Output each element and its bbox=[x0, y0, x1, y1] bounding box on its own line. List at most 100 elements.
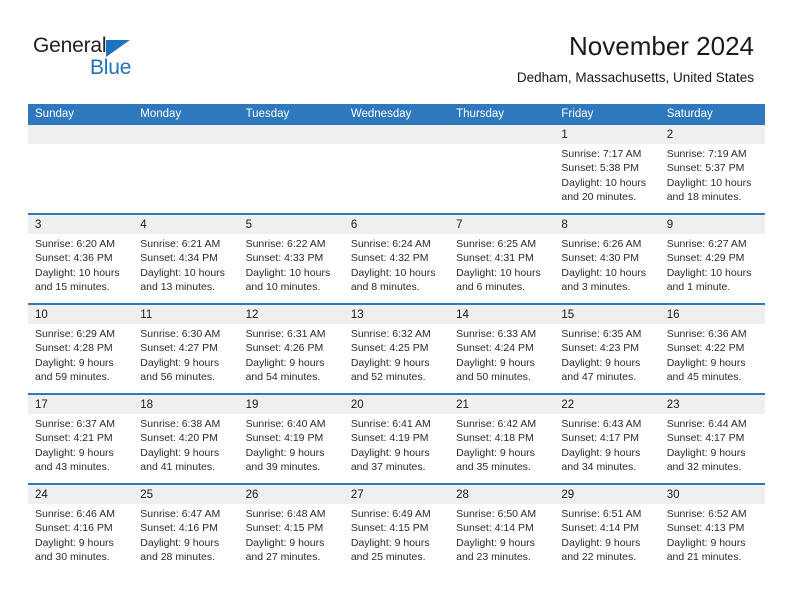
day-number-band: 9 bbox=[659, 215, 765, 234]
day-number-band: 13 bbox=[343, 305, 450, 324]
day-sunset-text: Sunset: 4:16 PM bbox=[140, 522, 218, 535]
day-number-band: 29 bbox=[554, 485, 660, 504]
calendar-day-cell[interactable]: 22 Sunrise: 6:43 AM Sunset: 4:17 PM Dayligh… bbox=[554, 395, 660, 483]
weekday-header-wednesday: Wednesday bbox=[350, 108, 412, 120]
calendar-day-cell[interactable]: 9 Sunrise: 6:27 AM Sunset: 4:29 PM Daylight… bbox=[659, 215, 765, 303]
calendar-day-cell[interactable]: 10 Sunrise: 6:29 AM Sunset: 4:28 PM Dayligh… bbox=[28, 305, 134, 393]
weekday-header-thursday: Thursday bbox=[456, 108, 505, 120]
day-daylight-text: Daylight: 9 hours bbox=[35, 536, 114, 549]
day-details: Sunrise: 6:52 AM Sunset: 4:13 PM Daylight:… bbox=[660, 504, 765, 565]
day-number-band: 23 bbox=[659, 395, 765, 414]
calendar-day-cell[interactable]: 11 Sunrise: 6:30 AM Sunset: 4:27 PM Dayligh… bbox=[133, 305, 239, 393]
day-daylight-text: Daylight: 9 hours bbox=[456, 356, 535, 369]
day-number-band: 7 bbox=[449, 215, 555, 234]
weekday-header-friday: Friday bbox=[561, 108, 594, 120]
day-details: Sunrise: 6:47 AM Sunset: 4:16 PM Daylight:… bbox=[133, 504, 238, 565]
calendar-day-cell[interactable]: 16 Sunrise: 6:36 AM Sunset: 4:22 PM Dayligh… bbox=[659, 305, 765, 393]
day-daylight-text: and 27 minutes. bbox=[245, 551, 321, 564]
day-sunrise-text: Sunrise: 6:42 AM bbox=[456, 418, 537, 430]
calendar-day-cell[interactable]: 19 Sunrise: 6:40 AM Sunset: 4:19 PM Dayligh… bbox=[238, 395, 344, 483]
location-subtitle: Dedham, Massachusetts, United States bbox=[516, 70, 754, 85]
page-title: November 2024 bbox=[569, 31, 754, 61]
day-details: Sunrise: 6:40 AM Sunset: 4:19 PM Daylight:… bbox=[239, 414, 344, 475]
generalblue-logo: General Blue bbox=[33, 34, 173, 82]
weekday-header-row: Sunday Monday Tuesday Wednesday Thursday Frid… bbox=[28, 104, 765, 125]
day-number: 3 bbox=[35, 219, 42, 231]
day-sunrise-text: Sunrise: 6:52 AM bbox=[666, 508, 747, 520]
day-sunset-text: Sunset: 4:16 PM bbox=[35, 522, 113, 535]
calendar-day-cell[interactable]: 28 Sunrise: 6:50 AM Sunset: 4:14 PM Dayligh… bbox=[449, 485, 555, 573]
calendar-day-cell-empty bbox=[133, 125, 239, 213]
calendar-day-cell[interactable]: 30 Sunrise: 6:52 AM Sunset: 4:13 PM Dayligh… bbox=[659, 485, 765, 573]
day-number-band: 17 bbox=[28, 395, 134, 414]
day-details: Sunrise: 6:29 AM Sunset: 4:28 PM Daylight:… bbox=[28, 324, 133, 385]
day-number: 15 bbox=[561, 309, 575, 321]
day-daylight-text: Daylight: 9 hours bbox=[140, 356, 220, 369]
day-sunset-text: Sunset: 4:20 PM bbox=[140, 432, 218, 445]
day-daylight-text: Daylight: 9 hours bbox=[666, 446, 746, 459]
day-number-band: 4 bbox=[133, 215, 239, 234]
calendar-day-cell-empty bbox=[238, 125, 344, 213]
day-daylight-text: Daylight: 9 hours bbox=[561, 356, 641, 369]
day-sunset-text: Sunset: 4:15 PM bbox=[245, 522, 324, 535]
day-daylight-text: Daylight: 9 hours bbox=[456, 446, 535, 459]
day-daylight-text: Daylight: 10 hours bbox=[35, 266, 120, 279]
day-daylight-text: Daylight: 9 hours bbox=[456, 536, 535, 549]
calendar-day-cell[interactable]: 26 Sunrise: 6:48 AM Sunset: 4:15 PM Dayligh… bbox=[238, 485, 344, 573]
day-sunrise-text: Sunrise: 6:32 AM bbox=[350, 328, 431, 340]
day-sunset-text: Sunset: 4:32 PM bbox=[350, 252, 429, 265]
day-sunset-text: Sunset: 4:13 PM bbox=[666, 522, 745, 535]
calendar-day-cell[interactable]: 8 Sunrise: 6:26 AM Sunset: 4:30 PM Daylight… bbox=[554, 215, 660, 303]
day-sunrise-text: Sunrise: 6:33 AM bbox=[456, 328, 537, 340]
day-sunrise-text: Sunrise: 6:50 AM bbox=[456, 508, 537, 520]
day-daylight-text: Daylight: 10 hours bbox=[140, 266, 225, 279]
day-sunset-text: Sunset: 4:19 PM bbox=[350, 432, 429, 445]
day-sunset-text: Sunset: 4:36 PM bbox=[35, 252, 113, 265]
day-number-band: 1 bbox=[554, 125, 660, 144]
day-sunset-text: Sunset: 4:34 PM bbox=[140, 252, 218, 265]
day-number: 7 bbox=[456, 219, 463, 231]
day-number-band: 28 bbox=[449, 485, 555, 504]
calendar-day-cell[interactable]: 27 Sunrise: 6:49 AM Sunset: 4:15 PM Dayligh… bbox=[343, 485, 450, 573]
calendar-day-cell[interactable]: 21 Sunrise: 6:42 AM Sunset: 4:18 PM Dayligh… bbox=[449, 395, 555, 483]
day-sunset-text: Sunset: 4:17 PM bbox=[561, 432, 640, 445]
calendar-day-cell[interactable]: 25 Sunrise: 6:47 AM Sunset: 4:16 PM Dayligh… bbox=[133, 485, 239, 573]
calendar-day-cell[interactable]: 4 Sunrise: 6:21 AM Sunset: 4:34 PM Daylight… bbox=[133, 215, 239, 303]
calendar-day-cell[interactable]: 15 Sunrise: 6:35 AM Sunset: 4:23 PM Dayligh… bbox=[554, 305, 660, 393]
calendar-day-cell[interactable]: 20 Sunrise: 6:41 AM Sunset: 4:19 PM Dayligh… bbox=[343, 395, 450, 483]
day-details: Sunrise: 6:50 AM Sunset: 4:14 PM Daylight:… bbox=[449, 504, 554, 565]
calendar-day-cell[interactable]: 13 Sunrise: 6:32 AM Sunset: 4:25 PM Dayligh… bbox=[343, 305, 450, 393]
day-number-band: 15 bbox=[554, 305, 660, 324]
day-number-band: 26 bbox=[238, 485, 344, 504]
calendar-day-cell[interactable]: 6 Sunrise: 6:24 AM Sunset: 4:32 PM Daylight… bbox=[343, 215, 450, 303]
calendar-day-cell[interactable]: 18 Sunrise: 6:38 AM Sunset: 4:20 PM Dayligh… bbox=[133, 395, 239, 483]
calendar-day-cell[interactable]: 7 Sunrise: 6:25 AM Sunset: 4:31 PM Daylight… bbox=[449, 215, 555, 303]
day-number: 28 bbox=[456, 489, 469, 501]
calendar-day-cell[interactable]: 3 Sunrise: 6:20 AM Sunset: 4:36 PM Daylight… bbox=[28, 215, 134, 303]
day-details: Sunrise: 6:38 AM Sunset: 4:20 PM Daylight:… bbox=[133, 414, 238, 475]
day-sunrise-text: Sunrise: 6:24 AM bbox=[350, 238, 431, 250]
day-sunset-text: Sunset: 4:23 PM bbox=[561, 342, 640, 355]
day-daylight-text: and 1 minute. bbox=[666, 281, 731, 294]
day-daylight-text: Daylight: 10 hours bbox=[456, 266, 541, 279]
day-sunrise-text: Sunrise: 6:26 AM bbox=[561, 238, 642, 250]
calendar-day-cell[interactable]: 29 Sunrise: 6:51 AM Sunset: 4:14 PM Dayligh… bbox=[554, 485, 660, 573]
day-sunrise-text: Sunrise: 6:41 AM bbox=[350, 418, 431, 430]
calendar-day-cell[interactable]: 17 Sunrise: 6:37 AM Sunset: 4:21 PM Dayligh… bbox=[28, 395, 134, 483]
calendar-day-cell[interactable]: 5 Sunrise: 6:22 AM Sunset: 4:33 PM Daylight… bbox=[238, 215, 344, 303]
day-daylight-text: and 10 minutes. bbox=[245, 281, 321, 294]
day-sunrise-text: Sunrise: 6:30 AM bbox=[140, 328, 221, 340]
day-number: 19 bbox=[245, 399, 259, 411]
day-number-band: 12 bbox=[238, 305, 344, 324]
calendar-day-cell[interactable]: 24 Sunrise: 6:46 AM Sunset: 4:16 PM Dayligh… bbox=[28, 485, 134, 573]
calendar-day-cell[interactable]: 12 Sunrise: 6:31 AM Sunset: 4:26 PM Dayligh… bbox=[238, 305, 344, 393]
day-number: 17 bbox=[35, 399, 48, 411]
day-number: 5 bbox=[245, 219, 252, 231]
calendar-day-cell[interactable]: 23 Sunrise: 6:44 AM Sunset: 4:17 PM Dayligh… bbox=[659, 395, 765, 483]
day-sunset-text: Sunset: 5:38 PM bbox=[561, 162, 640, 175]
calendar-day-cell[interactable]: 14 Sunrise: 6:33 AM Sunset: 4:24 PM Dayligh… bbox=[449, 305, 555, 393]
logo-triangle-icon bbox=[106, 40, 130, 57]
calendar-day-cell[interactable]: 2 Sunrise: 7:19 AM Sunset: 5:37 PM Daylight… bbox=[659, 125, 765, 213]
calendar-day-cell[interactable]: 1 Sunrise: 7:17 AM Sunset: 5:38 PM Daylight… bbox=[554, 125, 660, 213]
day-number: 21 bbox=[456, 399, 469, 411]
